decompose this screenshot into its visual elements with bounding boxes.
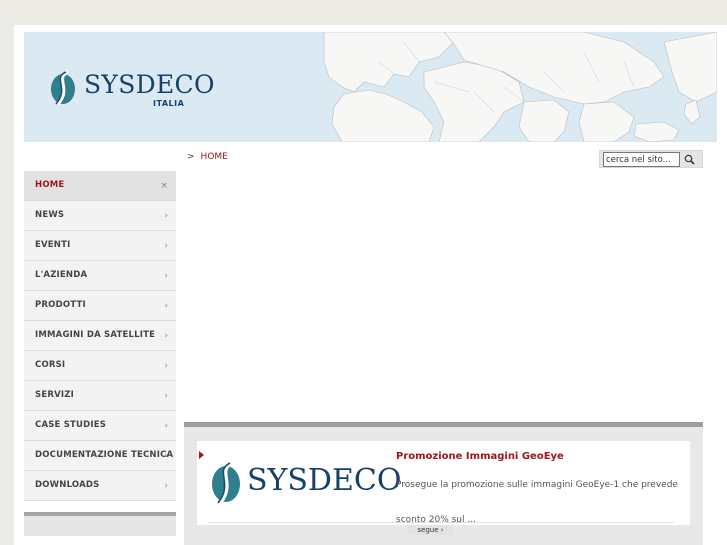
sidebar-item-label: DOCUMENTAZIONE TECNICA (35, 450, 174, 460)
sidebar-item-label: EVENTI (35, 240, 71, 250)
sidebar-item-immagini-da-satellite[interactable]: IMMAGINI DA SATELLITE › (24, 321, 176, 351)
sidebar-item-news[interactable]: NEWS › (24, 201, 176, 231)
chevron-right-icon: › (164, 421, 168, 431)
chevron-right-icon: › (164, 301, 168, 311)
brand-logo[interactable]: SYSDECO ITALIA (46, 68, 214, 112)
sidebar-nav: HOME × NEWS › EVENTI › L'AZIENDA › PRODO… (24, 171, 176, 501)
header-banner: SYSDECO ITALIA (24, 32, 717, 142)
divider (209, 522, 674, 523)
search-input[interactable] (603, 152, 680, 167)
sidebar-item-label: CASE STUDIES (35, 420, 107, 430)
magnifier-icon[interactable] (684, 154, 695, 165)
sidebar-item-label: PRODOTTI (35, 300, 86, 310)
arrow-right-icon (199, 451, 204, 459)
close-icon: × (160, 181, 168, 191)
sidebar-item-azienda[interactable]: L'AZIENDA › (24, 261, 176, 291)
sidebar-item-case-studies[interactable]: CASE STUDIES › (24, 411, 176, 441)
brand-name: SYSDECO (84, 70, 215, 99)
chevron-right-icon: › (164, 481, 168, 491)
sidebar-item-downloads[interactable]: DOWNLOADS › (24, 471, 176, 501)
search-box (599, 150, 703, 168)
sidebar-item-servizi[interactable]: SERVIZI › (24, 381, 176, 411)
news-image-logo[interactable]: SYSDECO (207, 459, 401, 509)
sidebar-item-corsi[interactable]: CORSI › (24, 351, 176, 381)
chevron-right-icon: › (164, 391, 168, 401)
chevron-right-icon: › (164, 211, 168, 221)
sidebar-item-label: CORSI (35, 360, 66, 370)
sidebar-footer (24, 512, 176, 536)
read-more-button[interactable]: segue › (408, 525, 453, 535)
chevron-right-icon: › (164, 451, 168, 461)
breadcrumb: > HOME (187, 152, 228, 162)
news-logo-text: SYSDECO (247, 463, 402, 498)
chevron-right-icon: › (164, 331, 168, 341)
sidebar-item-label: IMMAGINI DA SATELLITE (35, 330, 156, 340)
chevron-right-icon: › (164, 271, 168, 281)
news-title[interactable]: Promozione Immagini GeoEye (396, 451, 564, 462)
chevron-right-icon: › (164, 361, 168, 371)
breadcrumb-separator: > (187, 152, 195, 162)
sidebar-item-eventi[interactable]: EVENTI › (24, 231, 176, 261)
sidebar-item-home[interactable]: HOME × (24, 171, 176, 201)
sidebar-item-label: NEWS (35, 210, 65, 220)
sidebar-item-prodotti[interactable]: PRODOTTI › (24, 291, 176, 321)
sysdeco-swirl-icon (51, 70, 75, 106)
brand-subtitle: ITALIA (153, 99, 185, 108)
breadcrumb-current[interactable]: HOME (201, 152, 228, 162)
sidebar-item-label: DOWNLOADS (35, 480, 100, 490)
sysdeco-swirl-icon (212, 461, 240, 505)
sidebar-item-label: L'AZIENDA (35, 270, 88, 280)
chevron-right-icon: › (164, 241, 168, 251)
news-card: SYSDECO Promozione Immagini GeoEye Prose… (197, 441, 690, 525)
sidebar-item-documentazione-tecnica[interactable]: DOCUMENTAZIONE TECNICA › (24, 441, 176, 471)
page-container: SYSDECO ITALIA > HOME HOME × NEWS › EVENT… (14, 25, 727, 545)
sidebar-item-label: HOME (35, 180, 65, 190)
sidebar-item-label: SERVIZI (35, 390, 74, 400)
